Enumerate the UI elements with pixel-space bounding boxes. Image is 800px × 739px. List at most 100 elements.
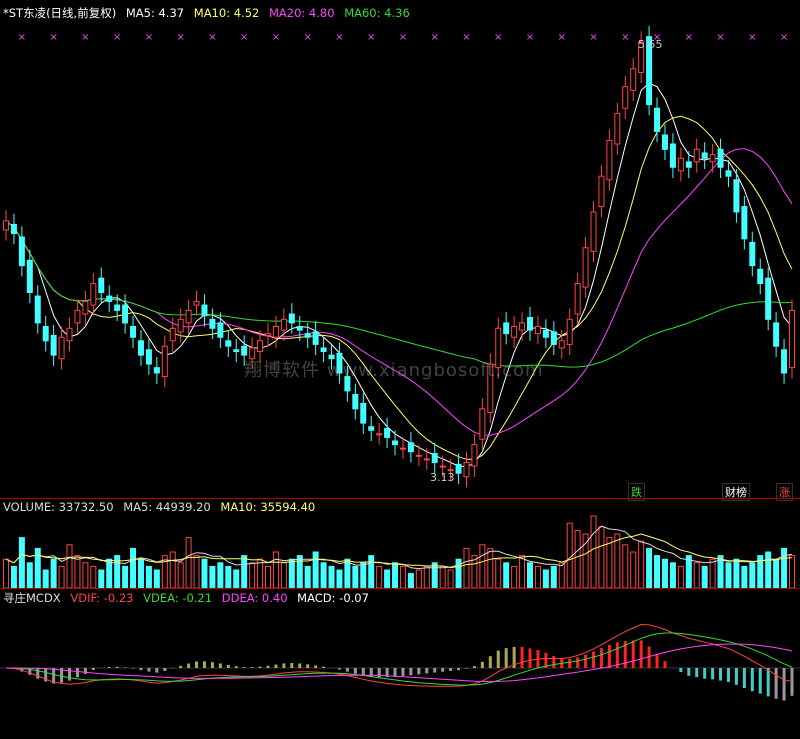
macd-header: 寻庄MCDX VDIF: -0.23 VDEA: -0.21 DDEA: 0.4… <box>3 590 375 606</box>
candle-body <box>630 68 637 91</box>
volume-header: VOLUME: 33732.50 MA5: 44939.20 MA10: 355… <box>3 500 321 514</box>
volume-bar <box>789 555 795 589</box>
volume-bar <box>145 565 152 589</box>
volume-bar <box>328 565 335 589</box>
volume-bar <box>201 558 208 589</box>
volume-bar <box>415 569 422 589</box>
volume-bar <box>312 551 319 589</box>
ma5-label: MA5: 4.37 <box>125 6 185 20</box>
volume-bar <box>550 565 557 589</box>
volume-bar <box>288 558 295 589</box>
candle-body <box>558 340 565 349</box>
candle-body <box>320 347 327 353</box>
signal-marker: × <box>145 32 153 43</box>
candle-body <box>463 461 470 478</box>
volume-ma5-label: MA5: 44939.20 <box>123 500 211 514</box>
candle-body <box>280 318 287 331</box>
volume-bar <box>296 555 303 589</box>
ma20-label: MA20: 4.80 <box>268 6 335 20</box>
volume-bar <box>447 569 454 589</box>
macd-value-label: MACD: -0.07 <box>297 591 369 605</box>
volume-bar <box>82 562 89 589</box>
candle-body <box>765 277 772 320</box>
candle-body <box>26 259 33 293</box>
volume-bar <box>376 565 383 589</box>
candle-body <box>574 283 581 315</box>
signal-marker: × <box>272 32 280 43</box>
volume-bar <box>582 533 589 589</box>
vdea-label: VDEA: -0.21 <box>143 591 213 605</box>
volume-bar <box>217 562 224 589</box>
candle-body <box>265 333 271 336</box>
volume-bar <box>336 569 343 589</box>
candle-body <box>725 170 732 177</box>
candle-body <box>590 211 597 252</box>
volume-bar <box>638 540 645 589</box>
signal-marker: × <box>780 32 788 43</box>
volume-bar <box>598 526 605 589</box>
volume-bar <box>519 555 526 589</box>
volume-bar <box>781 547 788 589</box>
signal-marker: × <box>304 32 312 43</box>
volume-bar <box>495 558 502 589</box>
candle-body <box>233 349 240 353</box>
candle-body <box>145 349 152 365</box>
candle-body <box>781 349 788 374</box>
volume-bar <box>257 558 264 589</box>
volume-bar <box>344 558 351 589</box>
signal-marker: × <box>716 32 724 43</box>
volume-bar <box>50 558 57 589</box>
candle-body <box>534 325 541 335</box>
signal-marker: × <box>335 32 343 43</box>
volume-bar <box>153 569 160 589</box>
vdea-line <box>5 632 793 686</box>
volume-bar <box>58 565 65 589</box>
volume-bar <box>42 569 49 589</box>
volume-bar <box>511 565 518 589</box>
candle-body <box>368 426 375 431</box>
candle-body <box>423 458 430 461</box>
candle-body <box>18 236 25 267</box>
candle-body <box>106 295 113 302</box>
watermark: 翔博软件 www.xiangbosoft.com <box>244 360 544 381</box>
high-price-label: 5.55 <box>638 38 663 51</box>
volume-bar <box>654 555 661 589</box>
candle-body <box>34 295 41 324</box>
candle-body <box>582 247 589 288</box>
candle-body <box>384 427 391 438</box>
candle-body <box>701 152 708 159</box>
volume-bar <box>249 562 256 589</box>
macd-indicator-name: 寻庄MCDX <box>3 591 61 605</box>
candle-body <box>10 224 17 234</box>
candle-body <box>741 206 748 240</box>
volume-bar <box>392 562 399 589</box>
candle-body <box>757 268 764 285</box>
low-price-label: 3.13 <box>430 471 455 484</box>
candle-body <box>272 325 279 338</box>
signal-marker: × <box>399 32 407 43</box>
candle-body <box>415 454 422 457</box>
candle-body <box>654 107 661 132</box>
candle-body <box>773 322 780 347</box>
candle-body <box>177 318 184 333</box>
candle-body <box>50 334 57 356</box>
volume-bar <box>320 562 327 589</box>
candle-body <box>42 325 49 342</box>
candle-body <box>201 304 208 317</box>
candle-body <box>360 402 367 424</box>
volume-bar <box>646 547 653 589</box>
volume-bar <box>463 547 470 589</box>
volume-bar <box>10 565 17 589</box>
candle-body <box>225 340 232 347</box>
candle-body <box>304 333 311 338</box>
volume-bar <box>265 565 271 589</box>
candle-body <box>153 367 160 374</box>
signal-marker: × <box>558 32 566 43</box>
candle-body <box>455 463 462 474</box>
candle-body <box>399 447 406 450</box>
volume-bar <box>130 547 137 589</box>
volume-bar <box>399 565 406 589</box>
candle-body <box>439 465 446 468</box>
volume-bar <box>558 562 565 589</box>
candle-body <box>527 317 533 331</box>
